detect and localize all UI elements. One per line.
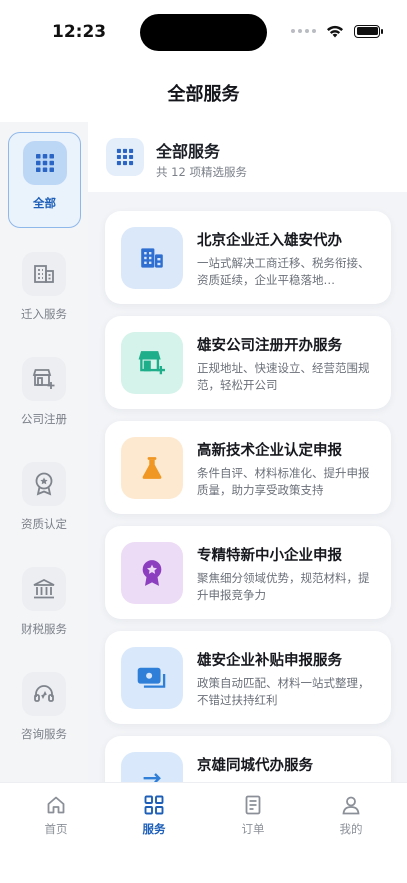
- award-icon: [121, 542, 183, 604]
- tab-orders[interactable]: 订单: [213, 795, 293, 837]
- service-card[interactable]: 雄安公司注册开办服务 正规地址、快速设立、经营范围规范，轻松开公司: [105, 316, 391, 409]
- sidebar-item-label: 咨询服务: [21, 727, 67, 741]
- tab-label: 服务: [142, 822, 166, 836]
- battery-icon: [354, 24, 383, 38]
- tab-label: 订单: [241, 822, 265, 836]
- service-title: 京雄同城代办服务: [197, 758, 313, 774]
- sidebar-item-label: 迁入服务: [21, 307, 67, 321]
- flask-icon: [121, 437, 183, 499]
- status-time: 12:23: [52, 22, 107, 42]
- home-icon: [47, 796, 65, 814]
- service-card[interactable]: 北京企业迁入雄安代办 一站式解决工商迁移、税务衔接、资质延续，企业平稳落地…: [105, 211, 391, 304]
- service-title: 雄安公司注册开办服务: [197, 338, 342, 354]
- service-description: 一站式解决工商迁移、税务衔接、资质延续，企业平稳落地…: [197, 256, 370, 287]
- sidebar-item-qualification[interactable]: 资质认定: [0, 454, 88, 554]
- service-card[interactable]: 雄安企业补贴申报服务 政策自动匹配、材料一站式整理，不错过扶持红利: [105, 631, 391, 724]
- badge-icon: [22, 462, 66, 506]
- tab-bar: 首页 服务 订单 我的: [0, 782, 407, 883]
- category-sidebar: 全部 迁入服务 公司注册 资质认定 财税服务 咨询服务: [0, 122, 88, 782]
- sidebar-item-consulting[interactable]: 咨询服务: [0, 664, 88, 764]
- sidebar-item-label: 财税服务: [21, 622, 67, 636]
- store-add-icon: [22, 357, 66, 401]
- tab-label: 我的: [339, 822, 363, 836]
- building-icon: [22, 252, 66, 296]
- service-count: 共 12 项精选服务: [156, 165, 247, 179]
- store-add-icon: [121, 332, 183, 394]
- bank-icon: [22, 567, 66, 611]
- service-description: 政策自动匹配、材料一站式整理，不错过扶持红利: [197, 676, 370, 707]
- page-title: 全部服务: [167, 84, 240, 105]
- sidebar-item-registration[interactable]: 公司注册: [0, 349, 88, 449]
- service-title: 专精特新中小企业申报: [197, 548, 342, 564]
- grid-icon: [22, 141, 67, 185]
- sidebar-item-all[interactable]: 全部: [8, 132, 81, 228]
- sidebar-item-relocation[interactable]: 迁入服务: [0, 244, 88, 344]
- dynamic-island: [140, 14, 267, 51]
- tab-services[interactable]: 服务: [114, 795, 194, 837]
- status-bar: 12:23: [0, 0, 407, 66]
- user-icon: [342, 796, 360, 815]
- money-icon: [121, 647, 183, 709]
- service-title: 北京企业迁入雄安代办: [197, 233, 342, 249]
- sidebar-item-label: 资质认定: [21, 517, 67, 531]
- headset-icon: [22, 672, 66, 716]
- service-description: 条件自评、材料标准化、提升申报质量，助力享受政策支持: [197, 466, 370, 497]
- status-icons: [291, 24, 383, 38]
- building-icon: [121, 227, 183, 289]
- service-description: 正规地址、快速设立、经营范围规范，轻松开公司: [197, 361, 370, 392]
- section-title: 全部服务: [156, 142, 221, 161]
- tab-home[interactable]: 首页: [16, 795, 96, 837]
- sidebar-item-tax[interactable]: 财税服务: [0, 559, 88, 659]
- wifi-icon: [327, 25, 343, 38]
- service-card[interactable]: 高新技术企业认定申报 条件自评、材料标准化、提升申报质量，助力享受政策支持: [105, 421, 391, 514]
- tab-label: 首页: [44, 822, 68, 836]
- transfer-icon: [121, 752, 183, 782]
- sidebar-item-label: 全部: [33, 196, 56, 210]
- tab-profile[interactable]: 我的: [311, 795, 391, 837]
- service-card[interactable]: 京雄同城代办服务: [105, 736, 391, 782]
- signal-icon: [291, 29, 316, 33]
- sidebar-item-label: 公司注册: [21, 412, 67, 426]
- document-icon: [245, 795, 261, 815]
- grid-icon: [144, 795, 164, 815]
- service-list[interactable]: 北京企业迁入雄安代办 一站式解决工商迁移、税务衔接、资质延续，企业平稳落地… 雄…: [88, 192, 407, 782]
- service-description: 聚焦细分领域优势，规范材料，提升申报竞争力: [197, 571, 370, 602]
- grid-icon: [106, 138, 144, 176]
- service-title: 高新技术企业认定申报: [197, 443, 342, 459]
- service-card[interactable]: 专精特新中小企业申报 聚焦细分领域优势，规范材料，提升申报竞争力: [105, 526, 391, 619]
- service-title: 雄安企业补贴申报服务: [197, 653, 342, 669]
- section-header: 全部服务 共 12 项精选服务: [88, 122, 407, 192]
